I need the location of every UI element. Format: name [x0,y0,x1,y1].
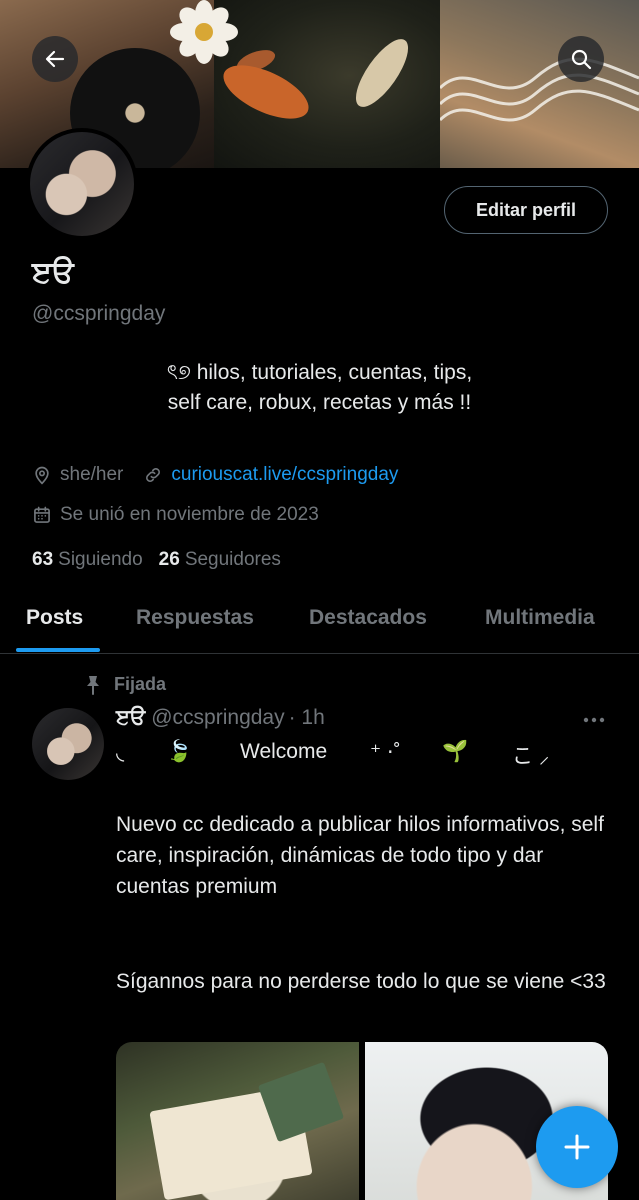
followers-link[interactable]: 26 Seguidores [159,549,281,571]
wave-lines-image [440,57,639,122]
following-label: Siguiendo [58,549,143,570]
compose-post-button[interactable] [536,1106,618,1188]
profile-joined-row: Se unió en noviembre de 2023 [32,504,319,526]
daisy-image [170,0,238,64]
followers-label: Seguidores [184,549,281,570]
profile-handle: @ccspringday [32,302,166,325]
seedling-emoji: 🌱 [442,740,469,763]
edit-profile-button[interactable]: Editar perfil [444,186,608,234]
tab-multimedia[interactable]: Multimedia [485,606,595,630]
profile-avatar[interactable] [26,128,138,240]
profile-website-link[interactable]: curiouscat.live/ccspringday [171,464,398,486]
search-button[interactable] [558,36,604,82]
welcome-text: Welcome [240,740,328,763]
post-header: ੲੳ @ccspringday · 1h [116,706,325,730]
link-icon [146,468,161,482]
post-welcome-line: ◟ 🍃 Welcome ⁺ ⋅˚ 🌱 こ ⸝ [116,740,616,772]
profile-website[interactable]: curiouscat.live/ccspringday [143,464,398,486]
pin-icon [87,675,99,695]
plus-icon [564,1134,590,1160]
welcome-deco: こ ⸝ [512,745,550,768]
search-icon [571,49,592,70]
pinned-label: Fijada [114,674,167,694]
profile-bio-line: self care, robux, recetas y más !! [167,391,472,414]
post-body-paragraph: Nuevo cc dedicado a publicar hilos infor… [116,813,604,898]
leaf-emoji: 🍃 [166,740,193,763]
pinned-indicator: Fijada [84,674,166,695]
active-tab-indicator [16,648,100,652]
following-link[interactable]: 63 Siguiendo [32,549,143,571]
following-count: 63 [32,549,54,570]
post-author-handle[interactable]: @ccspringday [151,706,284,730]
back-button[interactable] [32,36,78,82]
post-media-image[interactable] [116,1042,359,1200]
post-author-name[interactable]: ੲੳ [116,706,145,730]
tab-respuestas[interactable]: Respuestas [136,606,254,630]
location-pin-icon [35,466,49,485]
arrow-left-icon [45,50,65,68]
welcome-deco: ⁺ ⋅˚ [370,741,401,764]
post-author-avatar[interactable] [32,708,104,780]
profile-joined-date: Se unió en noviembre de 2023 [60,504,319,525]
profile-display-name: ੲੳ [32,256,74,289]
welcome-deco: ◟ [116,741,125,764]
post-body-paragraph: Sígannos para no perderse todo lo que se… [116,970,606,993]
calendar-icon [34,506,50,523]
post-time[interactable]: · 1h [289,706,325,730]
followers-count: 26 [158,549,180,570]
profile-meta-row: she/her curiouscat.live/ccspringday [32,464,398,486]
profile-tabs: Posts Respuestas Destacados Multimedia [0,586,639,654]
follow-stats: 63 Siguiendo 26 Seguidores [32,549,297,571]
more-options-icon[interactable] [582,716,606,724]
tab-destacados[interactable]: Destacados [309,606,427,630]
profile-pronouns: she/her [60,464,124,485]
profile-bio-line: ৎ୭ hilos, tutoriales, cuentas, tips, [166,361,473,384]
tab-posts[interactable]: Posts [26,606,83,630]
